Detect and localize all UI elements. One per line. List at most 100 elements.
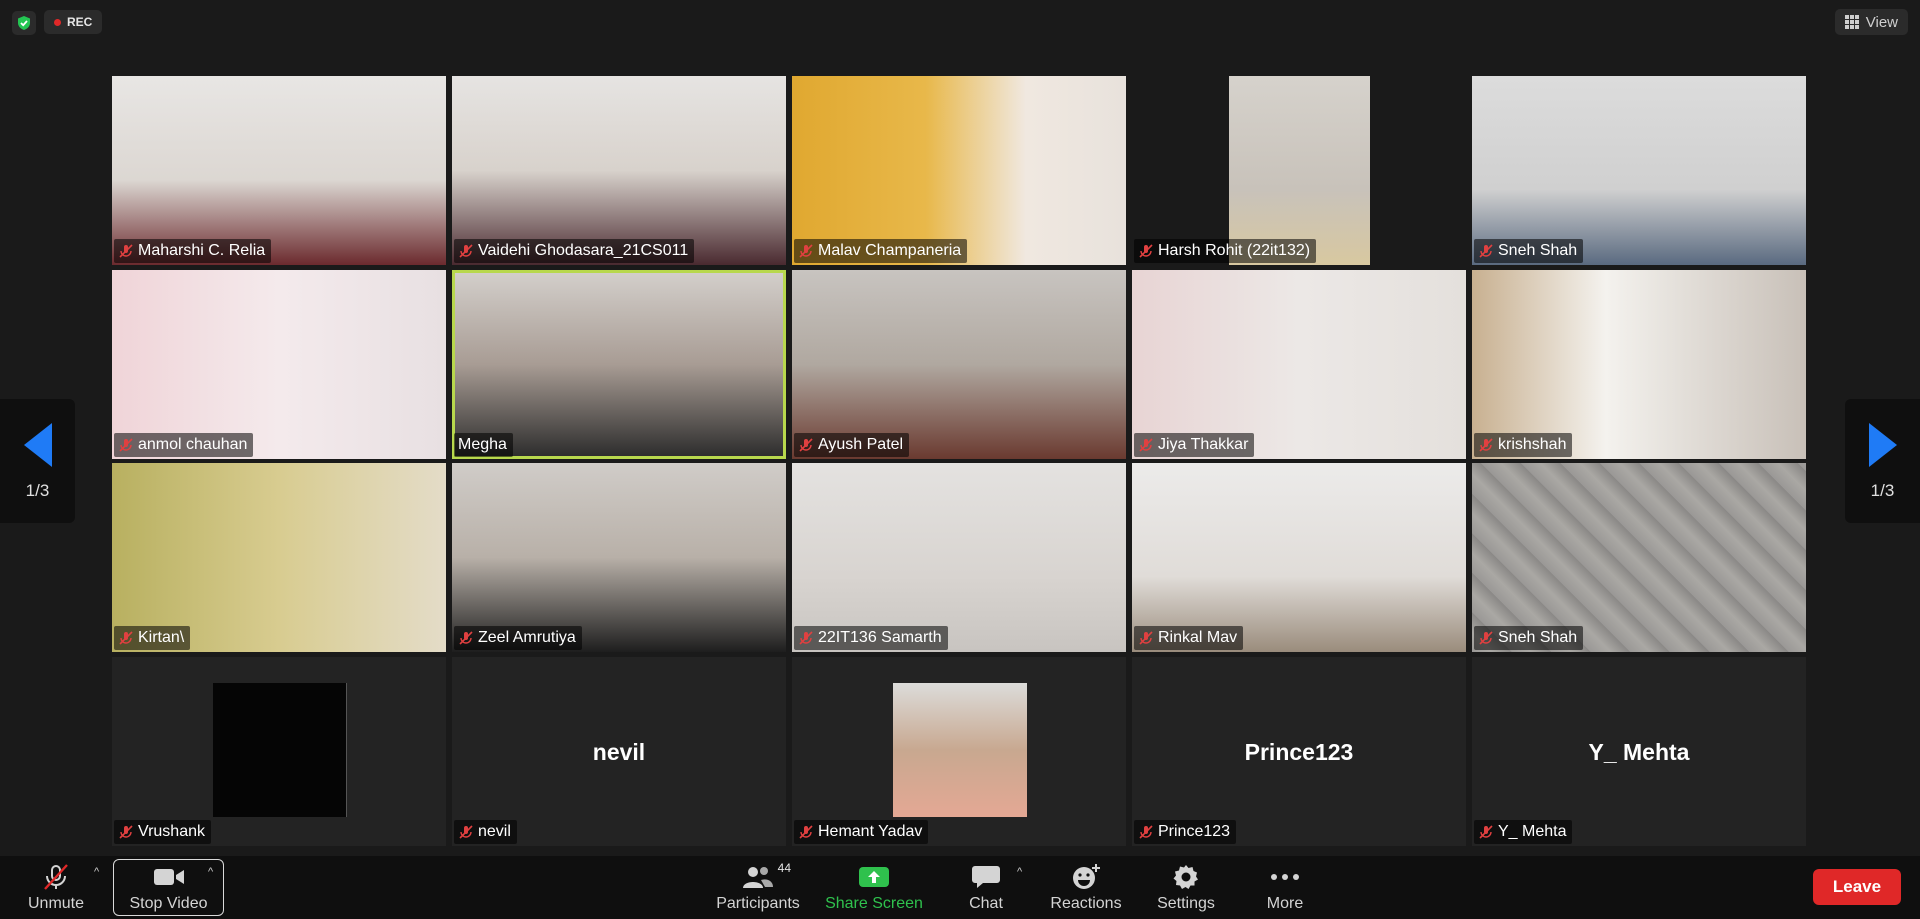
mic-muted-icon <box>1479 244 1493 258</box>
mic-muted-icon <box>799 825 813 839</box>
encryption-shield-icon[interactable] <box>12 11 36 35</box>
reactions-button[interactable]: Reactions <box>1046 856 1126 919</box>
participant-nametag: Sneh Shah <box>1474 239 1584 263</box>
mic-muted-icon <box>1139 825 1153 839</box>
video-tile[interactable]: Vaidehi Ghodasara_21CS011 <box>452 76 786 265</box>
participant-name: Malav Champaneria <box>818 242 962 259</box>
video-tile[interactable]: 22IT136 Samarth <box>792 463 1126 652</box>
participant-name: Vaidehi Ghodasara_21CS011 <box>478 242 689 259</box>
arrow-left-icon <box>23 423 52 467</box>
profile-picture <box>893 683 1027 817</box>
gear-icon <box>1173 864 1198 889</box>
settings-button[interactable]: Settings <box>1150 856 1222 919</box>
next-page-button[interactable]: 1/3 <box>1845 399 1920 523</box>
participant-nametag: anmol chauhan <box>114 433 254 457</box>
participant-name: Zeel Amrutiya <box>478 629 576 646</box>
participant-nametag: Prince123 <box>1134 820 1237 844</box>
chat-options-caret-icon[interactable]: ^ <box>1017 866 1022 878</box>
video-tile[interactable]: Y_ Mehta Y_ Mehta <box>1472 657 1806 846</box>
participant-name: Megha <box>458 436 507 453</box>
video-tile[interactable]: Harsh Rohit (22it132) <box>1132 76 1466 265</box>
participant-nametag: Hemant Yadav <box>794 820 929 844</box>
mic-muted-icon <box>459 244 473 258</box>
participant-nametag: Kirtan\ <box>114 626 191 650</box>
participant-name: Jiya Thakkar <box>1158 436 1249 453</box>
mic-muted-icon <box>1479 438 1493 452</box>
participant-nametag: Ayush Patel <box>794 433 910 457</box>
share-screen-button[interactable]: Share Screen <box>825 856 923 919</box>
video-tile[interactable]: Vrushank <box>112 657 446 846</box>
video-tile[interactable]: krishshah <box>1472 270 1806 459</box>
mic-muted-icon <box>1139 244 1153 258</box>
video-tile[interactable]: Zeel Amrutiya <box>452 463 786 652</box>
participant-name: Kirtan\ <box>138 629 185 646</box>
chat-bubble-icon <box>972 865 1000 888</box>
page-indicator-right: 1/3 <box>1870 481 1895 500</box>
participant-nametag: Sneh Shah <box>1474 626 1584 650</box>
participant-name: Y_ Mehta <box>1498 823 1567 840</box>
leave-button[interactable]: Leave <box>1813 869 1901 905</box>
participant-name: Prince123 <box>1158 823 1231 840</box>
participant-nametag: Y_ Mehta <box>1474 820 1573 844</box>
participant-nametag: Jiya Thakkar <box>1134 433 1255 457</box>
participant-name: 22IT136 Samarth <box>818 629 942 646</box>
participant-display-name: Y_ Mehta <box>1588 739 1690 765</box>
video-options-caret-icon[interactable]: ^ <box>208 866 213 878</box>
mic-muted-icon <box>1479 825 1493 839</box>
participant-display-name: Prince123 <box>1244 739 1354 765</box>
participant-nametag: krishshah <box>1474 433 1573 457</box>
video-tile[interactable]: Kirtan\ <box>112 463 446 652</box>
participant-name: Maharshi C. Relia <box>138 242 266 259</box>
video-tile[interactable]: Sneh Shah <box>1472 463 1806 652</box>
participant-name: Hemant Yadav <box>818 823 923 840</box>
participant-name: Harsh Rohit (22it132) <box>1158 242 1311 259</box>
participants-count: 44 <box>777 860 791 875</box>
recording-indicator[interactable]: REC <box>44 10 103 34</box>
video-tile[interactable]: Ayush Patel <box>792 270 1126 459</box>
video-tile[interactable]: Prince123 Prince123 <box>1132 657 1466 846</box>
participant-nametag: Harsh Rohit (22it132) <box>1134 239 1317 263</box>
reactions-smiley-icon <box>1073 863 1100 889</box>
audio-options-caret-icon[interactable]: ^ <box>94 866 99 878</box>
video-tile[interactable]: nevil nevil <box>452 657 786 846</box>
view-button[interactable]: View <box>1834 9 1908 35</box>
previous-page-button[interactable]: 1/3 <box>0 399 75 523</box>
participant-nametag: Maharshi C. Relia <box>114 239 272 263</box>
participant-nametag: Megha <box>454 433 513 457</box>
share-screen-icon <box>859 866 889 887</box>
participant-name: Vrushank <box>138 823 205 840</box>
participant-name: Sneh Shah <box>1498 629 1578 646</box>
mic-muted-icon <box>459 825 473 839</box>
video-tile-active-speaker[interactable]: Megha <box>452 270 786 459</box>
meeting-stage: REC View 1/3 1/3 Maharshi C. Relia Vaide… <box>0 0 1920 856</box>
participant-name: Rinkal Mav <box>1158 629 1238 646</box>
arrow-right-icon <box>1868 423 1897 467</box>
participant-nametag: Malav Champaneria <box>794 239 968 263</box>
participant-name: anmol chauhan <box>138 436 248 453</box>
mic-muted-icon <box>119 438 133 452</box>
participant-nametag: 22IT136 Samarth <box>794 626 948 650</box>
mic-muted-icon <box>119 244 133 258</box>
participants-button[interactable]: 44 Participants <box>711 856 805 919</box>
video-tile[interactable]: Rinkal Mav <box>1132 463 1466 652</box>
chat-button[interactable]: Chat <box>956 856 1016 919</box>
more-label: More <box>1266 894 1304 912</box>
more-button[interactable]: More <box>1245 856 1325 919</box>
video-tile[interactable]: Hemant Yadav <box>792 657 1126 846</box>
unmute-button[interactable]: Unmute <box>16 856 96 919</box>
video-tile[interactable]: Malav Champaneria <box>792 76 1126 265</box>
video-tile[interactable]: Maharshi C. Relia <box>112 76 446 265</box>
mic-muted-icon <box>1139 631 1153 645</box>
video-tile[interactable]: anmol chauhan <box>112 270 446 459</box>
mic-muted-icon <box>119 825 133 839</box>
video-tile[interactable]: Jiya Thakkar <box>1132 270 1466 459</box>
chat-label: Chat <box>969 894 1003 912</box>
participants-label: Participants <box>716 894 800 912</box>
video-tile[interactable]: Sneh Shah <box>1472 76 1806 265</box>
participant-name: krishshah <box>1498 436 1567 453</box>
participant-nametag: Zeel Amrutiya <box>454 626 582 650</box>
participant-name: nevil <box>478 823 511 840</box>
recording-label: REC <box>67 15 93 29</box>
more-dots-icon <box>1271 873 1299 880</box>
mic-muted-icon <box>1139 438 1153 452</box>
